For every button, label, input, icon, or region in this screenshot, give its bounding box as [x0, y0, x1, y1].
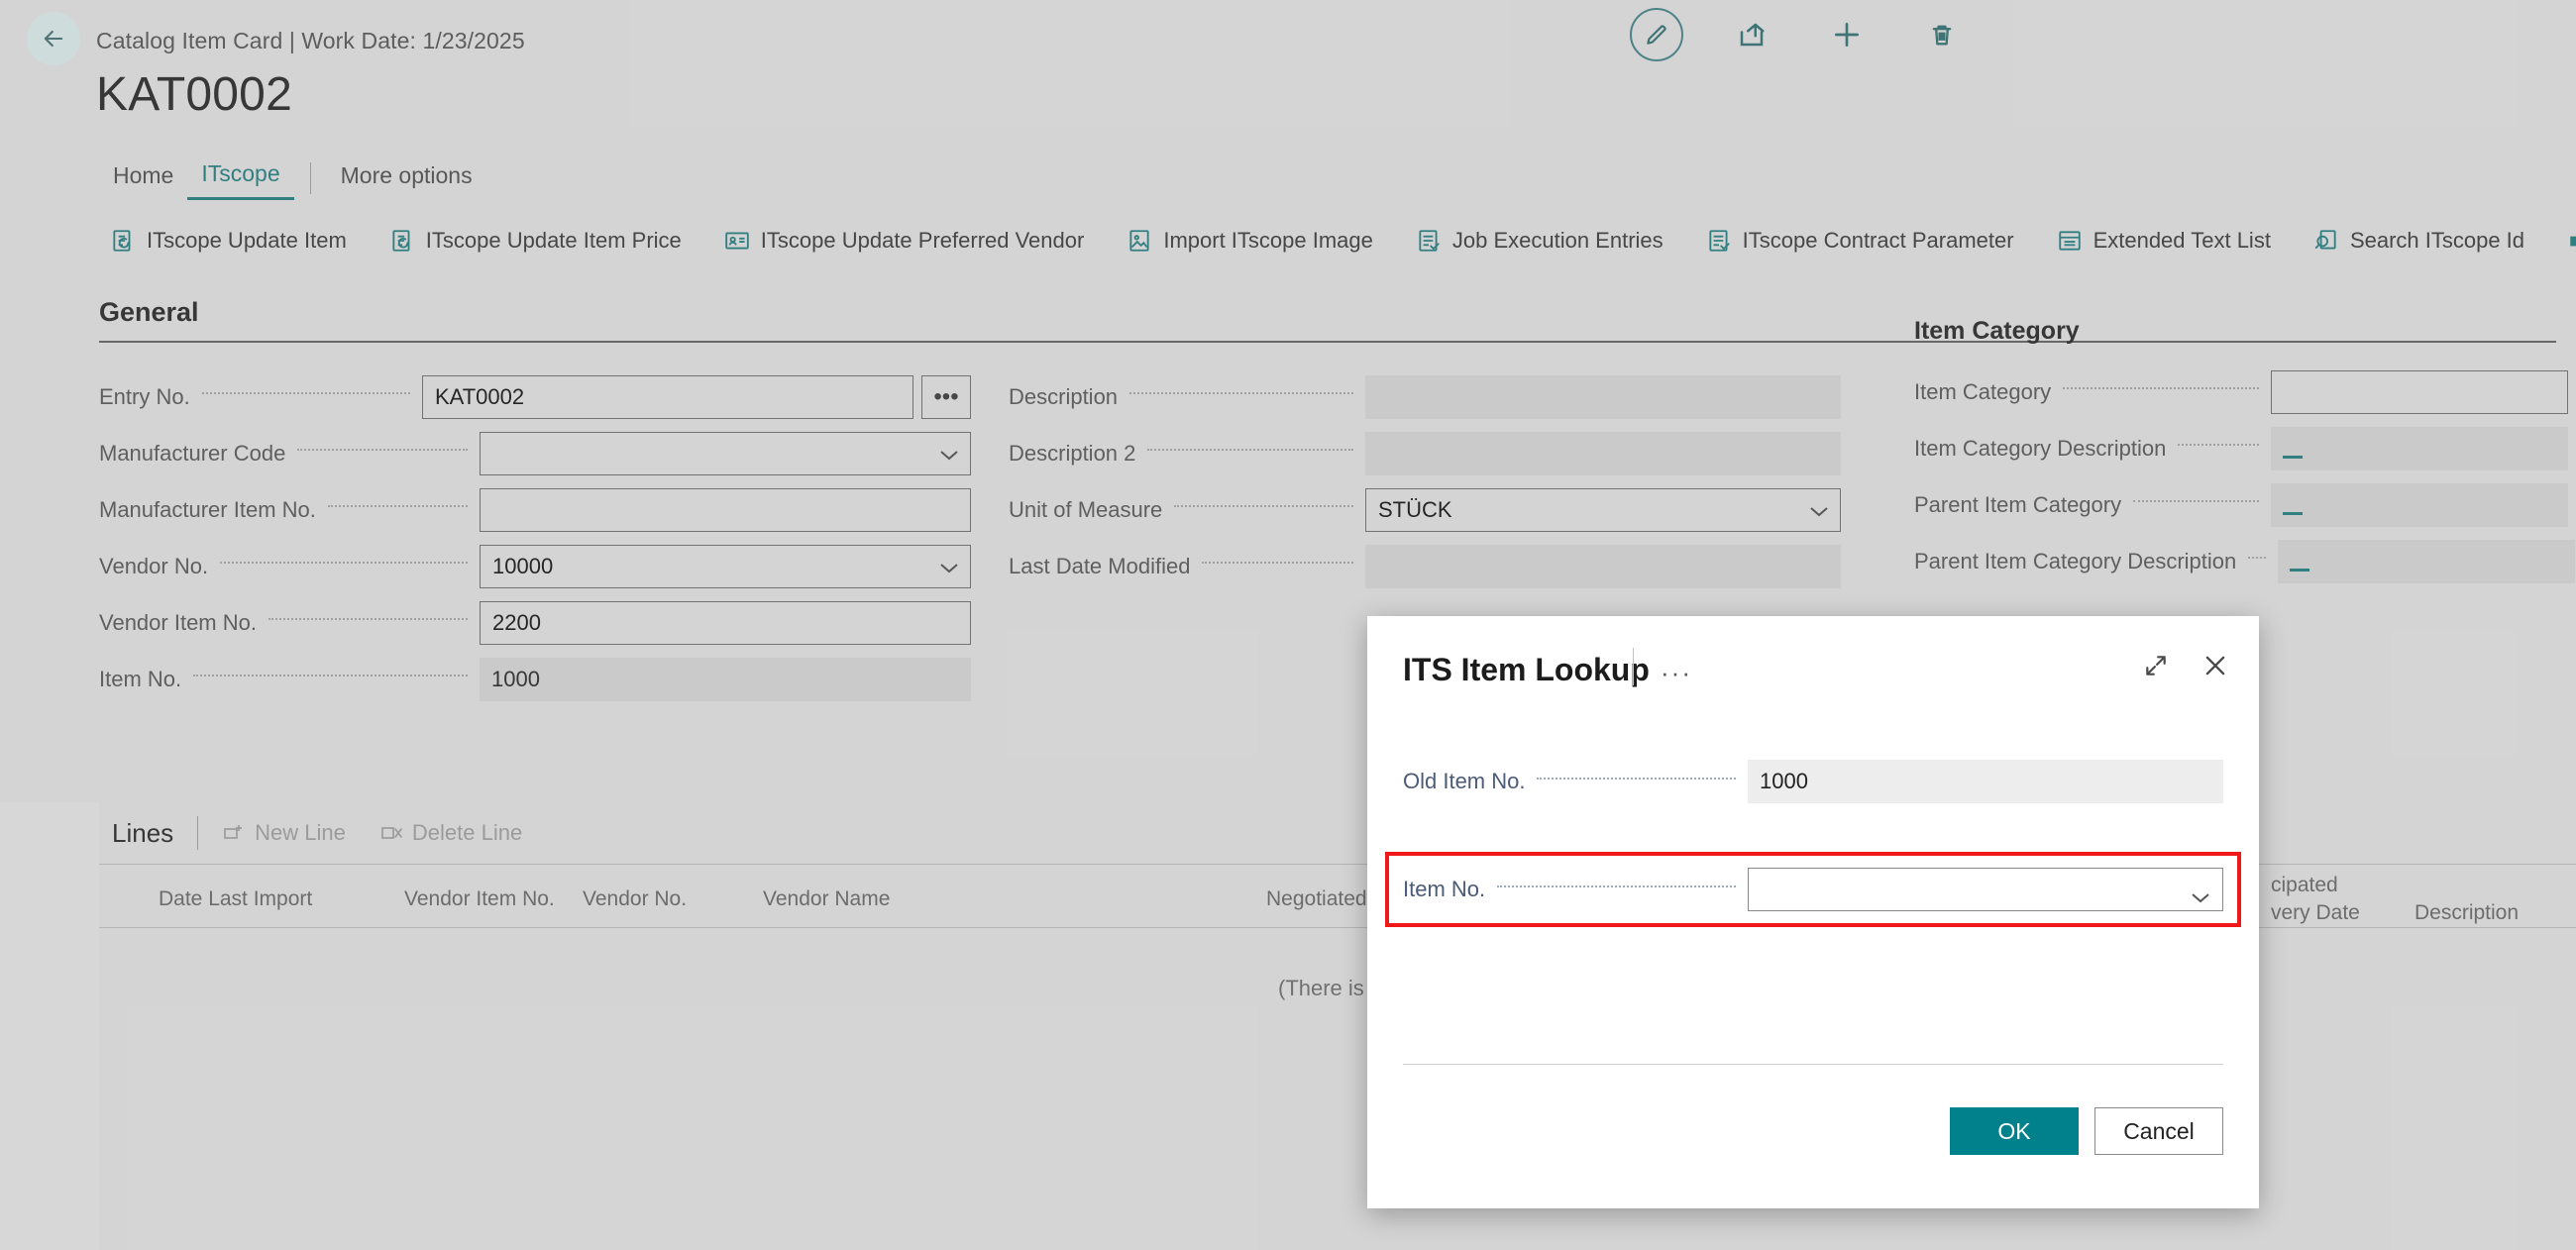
dialog-field-item-no: Item No. [1385, 862, 2241, 917]
item-no-dropdown[interactable] [1748, 868, 2223, 911]
dialog-footer-divider [1403, 1064, 2223, 1065]
dialog-expand-button[interactable] [2138, 648, 2174, 683]
field-label: Old Item No. [1403, 769, 1525, 794]
its-item-lookup-dialog: ITS Item Lookup ··· Old Item No. [1367, 616, 2259, 1208]
ok-button[interactable]: OK [1950, 1107, 2079, 1155]
dialog-footer: OK Cancel [1950, 1107, 2223, 1155]
application-window: Catalog Item Card | Work Date: 1/23/2025 [0, 0, 2576, 1250]
close-icon [2201, 652, 2229, 679]
old-item-no-value: 1000 [1748, 760, 2223, 803]
dialog-field-old-item-no: Old Item No. 1000 [1403, 751, 2223, 812]
chevron-down-icon [2191, 884, 2210, 895]
expand-icon [2143, 653, 2169, 678]
dialog-title-divider [1633, 648, 1634, 685]
dialog-body: Old Item No. 1000 [1367, 751, 2259, 812]
leader-dots [1497, 885, 1736, 887]
leader-dots [1537, 778, 1736, 780]
dialog-header: ITS Item Lookup ··· [1367, 616, 2259, 723]
dialog-close-button[interactable] [2198, 648, 2233, 683]
dialog-title: ITS Item Lookup [1403, 652, 1650, 688]
cancel-button[interactable]: Cancel [2094, 1107, 2223, 1155]
dialog-more-menu-button[interactable]: ··· [1661, 658, 1692, 688]
dialog-window-buttons [2138, 648, 2233, 683]
field-label: Item No. [1403, 877, 1485, 902]
